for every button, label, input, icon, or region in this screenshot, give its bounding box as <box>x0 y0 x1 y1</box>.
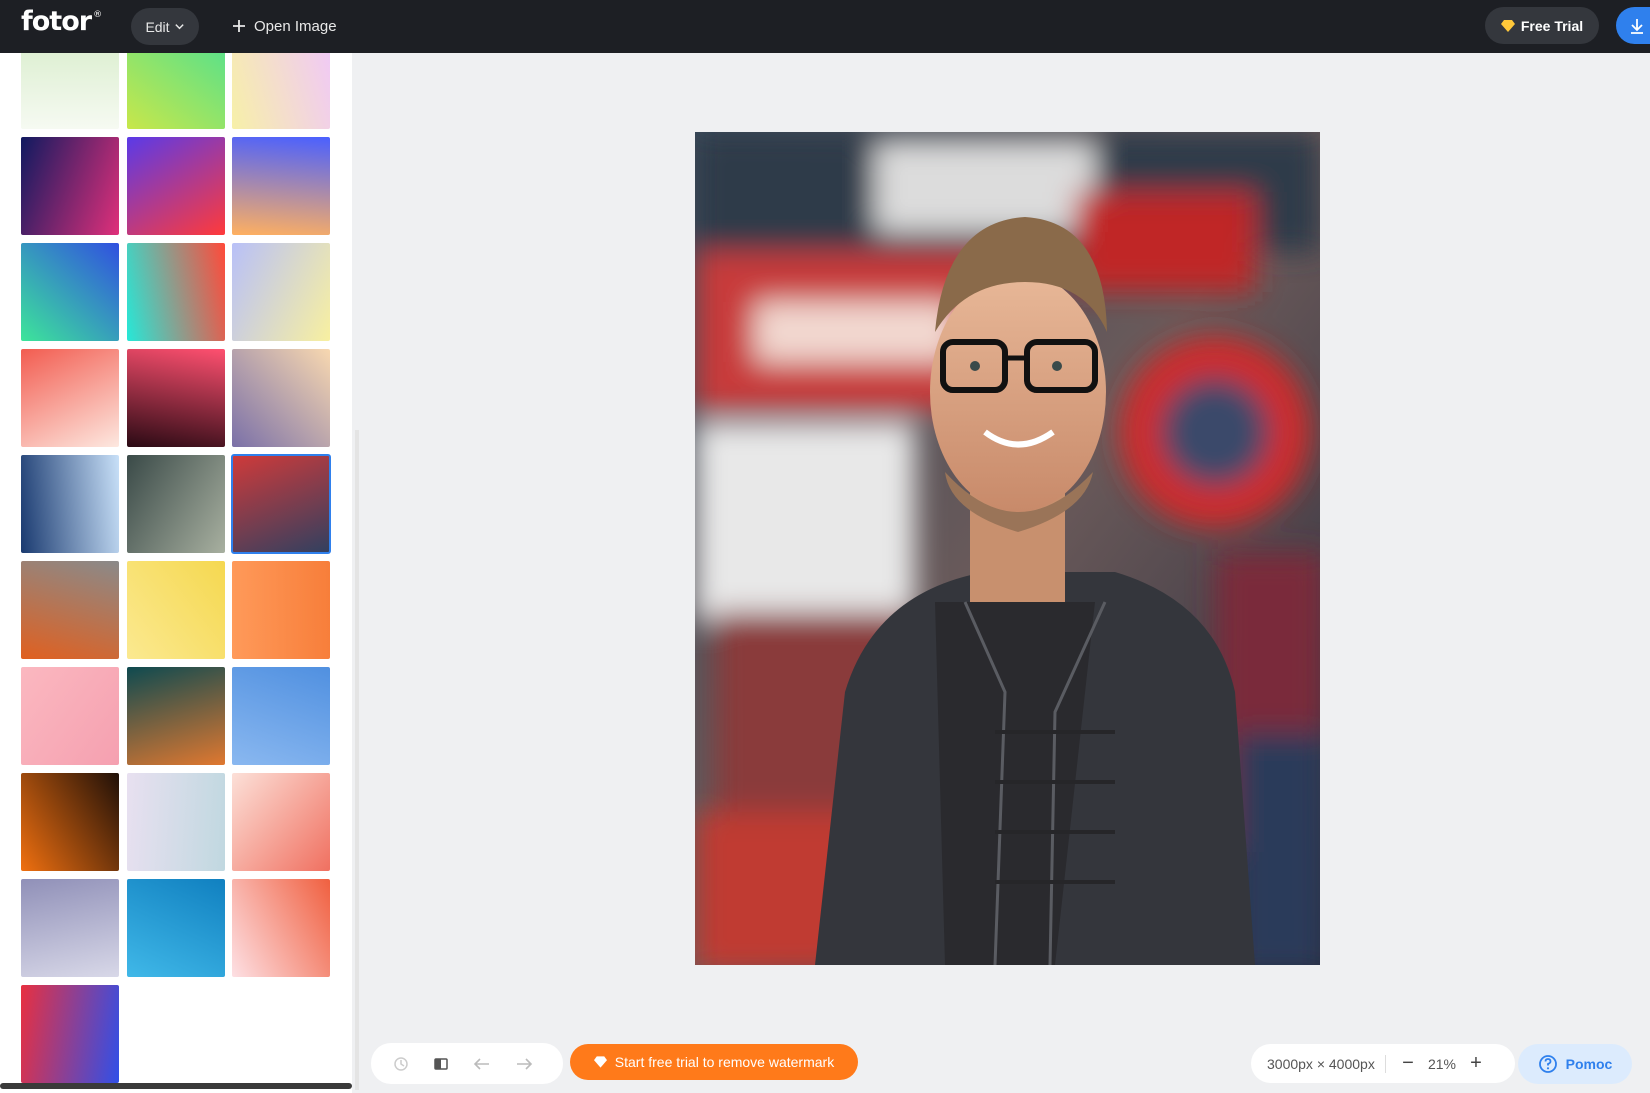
background-tile-dark-bokeh[interactable] <box>127 349 225 447</box>
zoom-out-button[interactable]: − <box>1394 1052 1422 1075</box>
edit-menu-button[interactable]: Edit <box>131 8 199 45</box>
background-tile-gold-bokeh[interactable] <box>232 349 330 447</box>
free-trial-label: Free Trial <box>1520 17 1584 34</box>
edit-label: Edit <box>145 18 170 35</box>
background-tile-peach-marble[interactable] <box>232 773 330 871</box>
background-tile-graffiti-wall[interactable] <box>127 455 225 553</box>
background-tile-confetti[interactable] <box>232 879 330 977</box>
background-tile-blue-bokeh[interactable] <box>21 455 119 553</box>
background-tile-lavender-yellow-gradient[interactable] <box>232 243 330 341</box>
open-image-button[interactable]: Open Image <box>232 14 337 38</box>
background-tile-pool-water[interactable] <box>127 879 225 977</box>
diamond-icon <box>1500 19 1515 32</box>
divider <box>1385 1054 1386 1073</box>
diamond-icon <box>593 1056 607 1068</box>
portrait-photo[interactable] <box>695 132 1320 965</box>
background-tile-yellow-paint[interactable] <box>127 561 225 659</box>
free-trial-button[interactable]: Free Trial <box>1485 7 1599 44</box>
zoom-in-button[interactable]: + <box>1462 1052 1490 1075</box>
undo-icon[interactable] <box>473 1057 491 1071</box>
image-dimensions: 3000px × 4000px <box>1267 1055 1375 1072</box>
background-tile-teal-marble[interactable] <box>127 667 225 765</box>
zoom-level[interactable]: 21% <box>1422 1056 1462 1072</box>
background-tile-purple-marble[interactable] <box>21 879 119 977</box>
chevron-down-icon <box>174 24 184 30</box>
background-tile-orange-wall[interactable] <box>21 561 119 659</box>
remove-watermark-button[interactable]: Start free trial to remove watermark <box>570 1044 858 1080</box>
history-icon[interactable] <box>393 1056 409 1072</box>
background-tile-orange-paint[interactable] <box>232 561 330 659</box>
horizontal-scrollbar[interactable] <box>0 1083 352 1089</box>
fotor-logo[interactable]: fotor ® <box>21 6 102 37</box>
open-image-label: Open Image <box>254 17 337 35</box>
background-panel <box>0 53 352 1093</box>
background-tile-navy-pink-gradient[interactable] <box>21 137 119 235</box>
background-tile-green-yellow-gradient[interactable] <box>127 53 225 129</box>
background-tile-pastel-rainbow-gradient[interactable] <box>232 53 330 129</box>
compare-icon[interactable] <box>433 1056 449 1072</box>
download-button[interactable] <box>1616 7 1650 44</box>
plus-icon <box>233 20 245 32</box>
sidebar-scrollbar[interactable] <box>355 430 359 1090</box>
zoom-controls: 3000px × 4000px − 21% + <box>1251 1044 1515 1083</box>
redo-icon[interactable] <box>515 1057 533 1071</box>
background-tile-holographic[interactable] <box>127 773 225 871</box>
top-bar: fotor ® Edit Open Image Free Trial <box>0 0 1650 53</box>
history-toolbar <box>371 1043 563 1084</box>
background-tile-green-blue-gradient[interactable] <box>21 243 119 341</box>
question-icon <box>1538 1055 1557 1073</box>
help-label: Pomoc <box>1565 1056 1613 1072</box>
background-tile-mint-gradient[interactable] <box>21 53 119 129</box>
background-tile-pink-watercolor[interactable] <box>21 667 119 765</box>
background-tile-red-blue-brush[interactable] <box>21 985 119 1083</box>
background-tile-orange-marble[interactable] <box>21 773 119 871</box>
remove-watermark-label: Start free trial to remove watermark <box>614 1054 835 1070</box>
background-tile-blue-marble[interactable] <box>232 667 330 765</box>
help-button[interactable]: Pomoc <box>1518 1044 1632 1084</box>
background-tile-coral-gradient[interactable] <box>21 349 119 447</box>
background-tile-blue-red-gradient[interactable] <box>127 137 225 235</box>
background-tile-cyan-red-gradient[interactable] <box>127 243 225 341</box>
background-tile-orange-blue-gradient[interactable] <box>232 137 330 235</box>
background-tile-graffiti-street[interactable] <box>231 454 331 554</box>
download-icon <box>1631 18 1643 34</box>
